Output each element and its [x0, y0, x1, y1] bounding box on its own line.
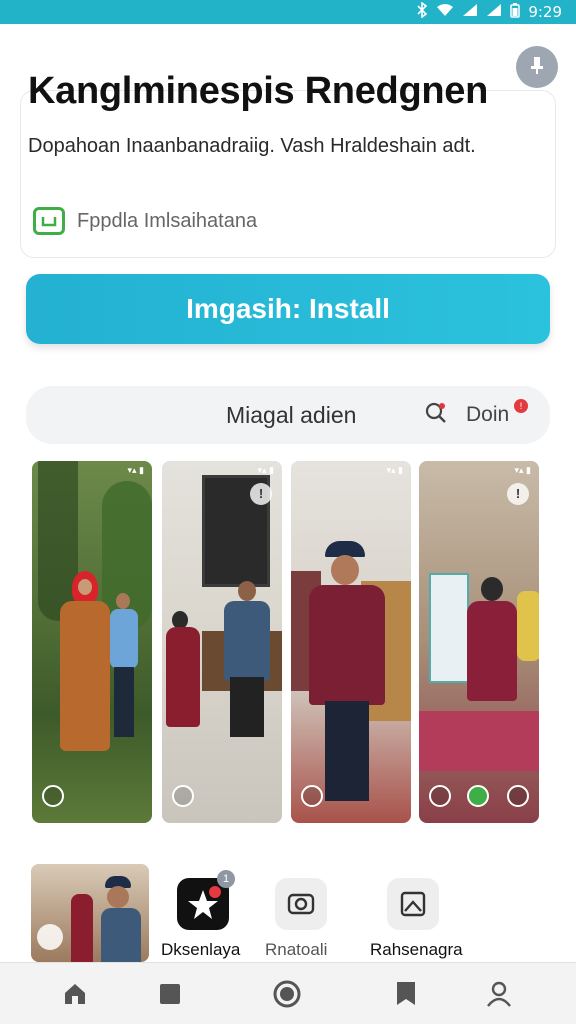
pin-button[interactable] [516, 46, 558, 88]
camera-icon [287, 893, 315, 915]
verified-text: Fppdla Imlsaihatana [77, 209, 258, 232]
info-icon[interactable]: ! [507, 483, 529, 505]
signal-icon [486, 3, 502, 21]
share-icon[interactable] [467, 785, 489, 807]
status-bar: 9:29 [0, 0, 576, 24]
person-shirt [110, 609, 138, 669]
screenshot-2[interactable]: ▾▴ ▮ ! [162, 461, 282, 823]
more-icon[interactable] [507, 785, 529, 807]
app-description: Dopahoan Inaanbanadraiig. Vash Hraldesha… [28, 135, 476, 157]
person-trousers [325, 701, 369, 801]
person-shirt [101, 908, 141, 962]
bottom-nav [0, 962, 576, 1024]
profile-icon[interactable] [484, 979, 514, 1009]
screenshot-status: ▾▴ ▮ [257, 465, 275, 475]
person-face [331, 555, 359, 585]
person-face [78, 579, 92, 595]
app-label: Rahsenagra [370, 940, 463, 959]
person-head [238, 581, 256, 601]
person-batik-shirt [224, 601, 270, 681]
screenshot-badge-icon [429, 785, 451, 807]
screenshot-badge-icon [301, 785, 323, 807]
language-badge: ! [514, 399, 528, 413]
person-dress [71, 894, 93, 962]
person-trousers [114, 667, 134, 737]
notification-dot [439, 403, 445, 409]
screenshot-status: ▾▴ ▮ [386, 465, 404, 475]
person-trousers [230, 677, 264, 737]
app-tile-rahsenagra[interactable] [387, 878, 439, 930]
screenshot-status: ▾▴ ▮ [514, 465, 532, 475]
search-bar[interactable]: Miagal adien Doin ! [26, 386, 550, 444]
info-icon[interactable]: ! [250, 483, 272, 505]
signal-icon [462, 3, 478, 21]
screenshot-4[interactable]: ▾▴ ▮ ! [419, 461, 539, 823]
app-tile-rnatoali[interactable] [275, 878, 327, 930]
related-apps: 1 Dksenlaya Rnatoali Rahsenagra [0, 862, 576, 962]
screenshot-3[interactable]: ▾▴ ▮ [291, 461, 411, 823]
person-dress [166, 627, 200, 727]
app-badge: 1 [217, 870, 235, 888]
app-label: Rnatoali [265, 940, 328, 959]
person-dress [467, 601, 517, 701]
image-icon [400, 891, 426, 917]
person-shirt [309, 585, 385, 705]
library-icon[interactable] [155, 979, 185, 1009]
app-title: Kanglminespis Rnedgnen [28, 70, 489, 112]
bookmark-icon[interactable] [391, 979, 421, 1009]
play-icon [37, 924, 63, 950]
banner-shape [429, 573, 469, 683]
person-shirt [517, 591, 539, 661]
wifi-icon [436, 3, 454, 21]
person-head [481, 577, 503, 601]
screenshot-badge-icon [172, 785, 194, 807]
screenshot-status: ▾▴ ▮ [127, 465, 145, 475]
verified-row: Fppdla Imlsaihatana [33, 207, 257, 235]
verified-icon [33, 207, 65, 235]
fabric-table [419, 711, 539, 771]
bluetooth-icon [416, 1, 428, 22]
related-thumbnail[interactable] [31, 864, 149, 962]
battery-icon [510, 2, 521, 22]
language-label[interactable]: Doin [466, 403, 509, 427]
person-head [116, 593, 130, 609]
status-time: 9:29 [528, 3, 562, 21]
app-label: Dksenlaya [161, 940, 241, 959]
person-face [107, 886, 129, 908]
home-icon[interactable] [60, 979, 90, 1009]
record-icon[interactable] [272, 979, 302, 1009]
search-label: Miagal adien [226, 402, 357, 428]
person-dress [60, 601, 110, 751]
screenshot-badge-icon [42, 785, 64, 807]
pin-icon [527, 55, 547, 80]
screenshot-1[interactable]: ▾▴ ▮ [32, 461, 152, 823]
install-button[interactable]: Imgasih: Install [26, 274, 550, 344]
